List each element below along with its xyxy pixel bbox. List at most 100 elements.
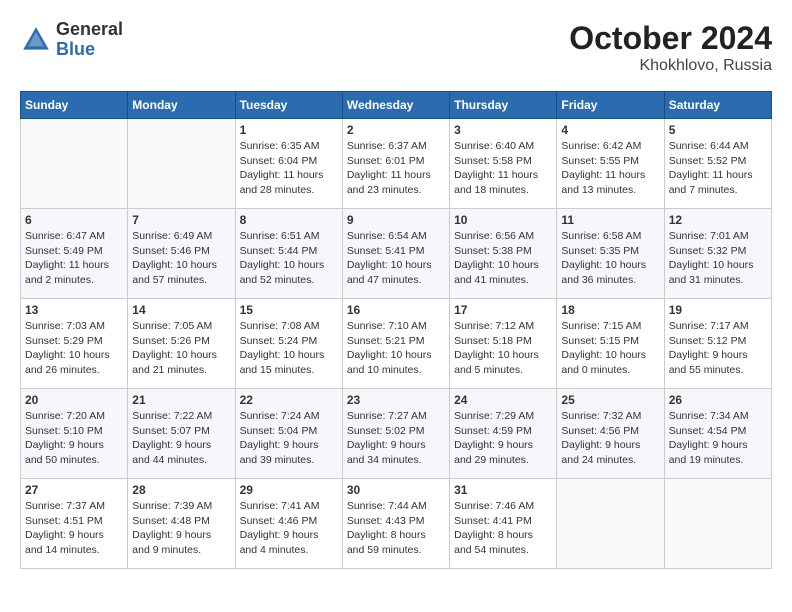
day-number: 19 <box>669 303 767 317</box>
cell-content: Sunrise: 7:03 AM Sunset: 5:29 PM Dayligh… <box>25 319 123 378</box>
day-number: 31 <box>454 483 552 497</box>
calendar-cell: 12 Sunrise: 7:01 AM Sunset: 5:32 PM Dayli… <box>664 209 771 299</box>
calendar-cell: 28 Sunrise: 7:39 AM Sunset: 4:48 PM Dayli… <box>128 479 235 569</box>
calendar-cell <box>557 479 664 569</box>
day-number: 29 <box>240 483 338 497</box>
day-header-monday: Monday <box>128 92 235 119</box>
day-number: 9 <box>347 213 445 227</box>
cell-content: Sunrise: 7:10 AM Sunset: 5:21 PM Dayligh… <box>347 319 445 378</box>
calendar-cell: 17 Sunrise: 7:12 AM Sunset: 5:18 PM Dayli… <box>450 299 557 389</box>
calendar-cell: 18 Sunrise: 7:15 AM Sunset: 5:15 PM Dayli… <box>557 299 664 389</box>
day-number: 10 <box>454 213 552 227</box>
calendar-cell: 29 Sunrise: 7:41 AM Sunset: 4:46 PM Dayli… <box>235 479 342 569</box>
calendar-cell: 30Sunrise: 7:44 AM Sunset: 4:43 PM Dayli… <box>342 479 449 569</box>
cell-content: Sunrise: 7:08 AM Sunset: 5:24 PM Dayligh… <box>240 319 338 378</box>
logo-blue: Blue <box>56 39 95 59</box>
day-number: 1 <box>240 123 338 137</box>
calendar-cell: 13 Sunrise: 7:03 AM Sunset: 5:29 PM Dayli… <box>21 299 128 389</box>
cell-content: Sunrise: 7:05 AM Sunset: 5:26 PM Dayligh… <box>132 319 230 378</box>
calendar-cell <box>21 119 128 209</box>
cell-content: Sunrise: 6:37 AM Sunset: 6:01 PM Dayligh… <box>347 139 445 198</box>
cell-content: Sunrise: 6:58 AM Sunset: 5:35 PM Dayligh… <box>561 229 659 288</box>
day-number: 20 <box>25 393 123 407</box>
calendar-cell: 9Sunrise: 6:54 AM Sunset: 5:41 PM Daylig… <box>342 209 449 299</box>
calendar-week-3: 13 Sunrise: 7:03 AM Sunset: 5:29 PM Dayli… <box>21 299 772 389</box>
day-number: 21 <box>132 393 230 407</box>
calendar-cell: 31 Sunrise: 7:46 AM Sunset: 4:41 PM Dayli… <box>450 479 557 569</box>
day-number: 17 <box>454 303 552 317</box>
day-header-saturday: Saturday <box>664 92 771 119</box>
calendar-cell: 25Sunrise: 7:32 AM Sunset: 4:56 PM Dayli… <box>557 389 664 479</box>
day-number: 5 <box>669 123 767 137</box>
calendar-header: SundayMondayTuesdayWednesdayThursdayFrid… <box>21 92 772 119</box>
calendar-cell: 6 Sunrise: 6:47 AM Sunset: 5:49 PM Daylig… <box>21 209 128 299</box>
month-title: October 2024 <box>569 20 772 57</box>
day-number: 18 <box>561 303 659 317</box>
day-number: 13 <box>25 303 123 317</box>
cell-content: Sunrise: 6:42 AM Sunset: 5:55 PM Dayligh… <box>561 139 659 198</box>
calendar-week-4: 20 Sunrise: 7:20 AM Sunset: 5:10 PM Dayli… <box>21 389 772 479</box>
location: Khokhlovo, Russia <box>569 57 772 75</box>
cell-content: Sunrise: 7:12 AM Sunset: 5:18 PM Dayligh… <box>454 319 552 378</box>
calendar-cell: 1Sunrise: 6:35 AM Sunset: 6:04 PM Daylig… <box>235 119 342 209</box>
day-header-thursday: Thursday <box>450 92 557 119</box>
day-number: 25 <box>561 393 659 407</box>
day-header-wednesday: Wednesday <box>342 92 449 119</box>
page-header: General Blue October 2024 Khokhlovo, Rus… <box>20 20 772 75</box>
calendar-cell: 21 Sunrise: 7:22 AM Sunset: 5:07 PM Dayli… <box>128 389 235 479</box>
cell-content: Sunrise: 7:22 AM Sunset: 5:07 PM Dayligh… <box>132 409 230 468</box>
day-header-friday: Friday <box>557 92 664 119</box>
calendar-cell: 8Sunrise: 6:51 AM Sunset: 5:44 PM Daylig… <box>235 209 342 299</box>
day-number: 16 <box>347 303 445 317</box>
cell-content: Sunrise: 7:15 AM Sunset: 5:15 PM Dayligh… <box>561 319 659 378</box>
cell-content: Sunrise: 7:20 AM Sunset: 5:10 PM Dayligh… <box>25 409 123 468</box>
calendar-cell: 23 Sunrise: 7:27 AM Sunset: 5:02 PM Dayli… <box>342 389 449 479</box>
cell-content: Sunrise: 7:27 AM Sunset: 5:02 PM Dayligh… <box>347 409 445 468</box>
day-number: 22 <box>240 393 338 407</box>
day-number: 30 <box>347 483 445 497</box>
cell-content: Sunrise: 7:01 AM Sunset: 5:32 PM Dayligh… <box>669 229 767 288</box>
calendar-cell: 27Sunrise: 7:37 AM Sunset: 4:51 PM Dayli… <box>21 479 128 569</box>
calendar-cell: 10 Sunrise: 6:56 AM Sunset: 5:38 PM Dayli… <box>450 209 557 299</box>
calendar-cell: 3Sunrise: 6:40 AM Sunset: 5:58 PM Daylig… <box>450 119 557 209</box>
day-number: 24 <box>454 393 552 407</box>
calendar-cell: 11 Sunrise: 6:58 AM Sunset: 5:35 PM Dayli… <box>557 209 664 299</box>
calendar-cell: 16 Sunrise: 7:10 AM Sunset: 5:21 PM Dayli… <box>342 299 449 389</box>
calendar-cell: 26Sunrise: 7:34 AM Sunset: 4:54 PM Dayli… <box>664 389 771 479</box>
day-number: 11 <box>561 213 659 227</box>
cell-content: Sunrise: 6:56 AM Sunset: 5:38 PM Dayligh… <box>454 229 552 288</box>
calendar-week-1: 1Sunrise: 6:35 AM Sunset: 6:04 PM Daylig… <box>21 119 772 209</box>
day-number: 8 <box>240 213 338 227</box>
cell-content: Sunrise: 7:17 AM Sunset: 5:12 PM Dayligh… <box>669 319 767 378</box>
cell-content: Sunrise: 6:47 AM Sunset: 5:49 PM Dayligh… <box>25 229 123 288</box>
cell-content: Sunrise: 6:49 AM Sunset: 5:46 PM Dayligh… <box>132 229 230 288</box>
calendar-week-5: 27Sunrise: 7:37 AM Sunset: 4:51 PM Dayli… <box>21 479 772 569</box>
calendar-cell: 7Sunrise: 6:49 AM Sunset: 5:46 PM Daylig… <box>128 209 235 299</box>
calendar-cell: 15 Sunrise: 7:08 AM Sunset: 5:24 PM Dayli… <box>235 299 342 389</box>
day-number: 6 <box>25 213 123 227</box>
cell-content: Sunrise: 7:39 AM Sunset: 4:48 PM Dayligh… <box>132 499 230 558</box>
calendar-cell: 22 Sunrise: 7:24 AM Sunset: 5:04 PM Dayli… <box>235 389 342 479</box>
cell-content: Sunrise: 7:41 AM Sunset: 4:46 PM Dayligh… <box>240 499 338 558</box>
calendar-week-2: 6 Sunrise: 6:47 AM Sunset: 5:49 PM Daylig… <box>21 209 772 299</box>
day-number: 23 <box>347 393 445 407</box>
day-number: 28 <box>132 483 230 497</box>
day-number: 26 <box>669 393 767 407</box>
day-number: 14 <box>132 303 230 317</box>
cell-content: Sunrise: 7:24 AM Sunset: 5:04 PM Dayligh… <box>240 409 338 468</box>
header-row: SundayMondayTuesdayWednesdayThursdayFrid… <box>21 92 772 119</box>
day-number: 2 <box>347 123 445 137</box>
day-number: 15 <box>240 303 338 317</box>
day-number: 12 <box>669 213 767 227</box>
cell-content: Sunrise: 7:46 AM Sunset: 4:41 PM Dayligh… <box>454 499 552 558</box>
logo-icon <box>20 24 52 56</box>
day-number: 27 <box>25 483 123 497</box>
logo-general: General <box>56 19 123 39</box>
calendar-cell: 19 Sunrise: 7:17 AM Sunset: 5:12 PM Dayli… <box>664 299 771 389</box>
calendar-cell: 14 Sunrise: 7:05 AM Sunset: 5:26 PM Dayli… <box>128 299 235 389</box>
day-number: 4 <box>561 123 659 137</box>
logo-text: General Blue <box>56 20 123 60</box>
cell-content: Sunrise: 7:29 AM Sunset: 4:59 PM Dayligh… <box>454 409 552 468</box>
cell-content: Sunrise: 6:40 AM Sunset: 5:58 PM Dayligh… <box>454 139 552 198</box>
title-area: October 2024 Khokhlovo, Russia <box>569 20 772 75</box>
